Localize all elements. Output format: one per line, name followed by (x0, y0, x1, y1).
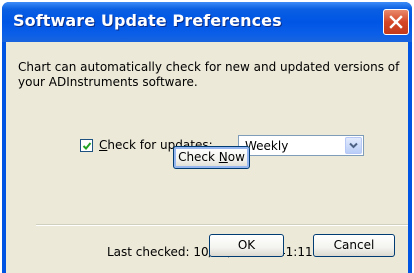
close-button[interactable] (383, 9, 409, 35)
check-now-label-post: ow (227, 150, 245, 164)
update-frequency-value: Weekly (245, 139, 289, 153)
window-title: Software Update Preferences (13, 11, 282, 30)
dropdown-button[interactable] (345, 137, 362, 154)
close-icon (389, 15, 403, 29)
ok-button[interactable]: OK (209, 234, 284, 257)
separator (36, 224, 408, 226)
check-now-button[interactable]: Check Now (173, 146, 250, 169)
dialog-window: Software Update Preferences Chart can au… (2, 2, 412, 273)
check-for-updates-checkbox[interactable] (80, 139, 93, 152)
cancel-button[interactable]: Cancel (313, 234, 395, 257)
checkmark-icon (82, 142, 92, 150)
description-text: Chart can automatically check for new an… (18, 60, 400, 89)
update-frequency-select[interactable]: Weekly (238, 135, 364, 156)
check-now-label-pre: Check (178, 150, 219, 164)
check-now-accelerator: N (218, 150, 228, 164)
chevron-down-icon (349, 142, 358, 149)
dialog-body: Chart can automatically check for new an… (6, 42, 408, 273)
title-bar[interactable]: Software Update Preferences (2, 2, 412, 42)
